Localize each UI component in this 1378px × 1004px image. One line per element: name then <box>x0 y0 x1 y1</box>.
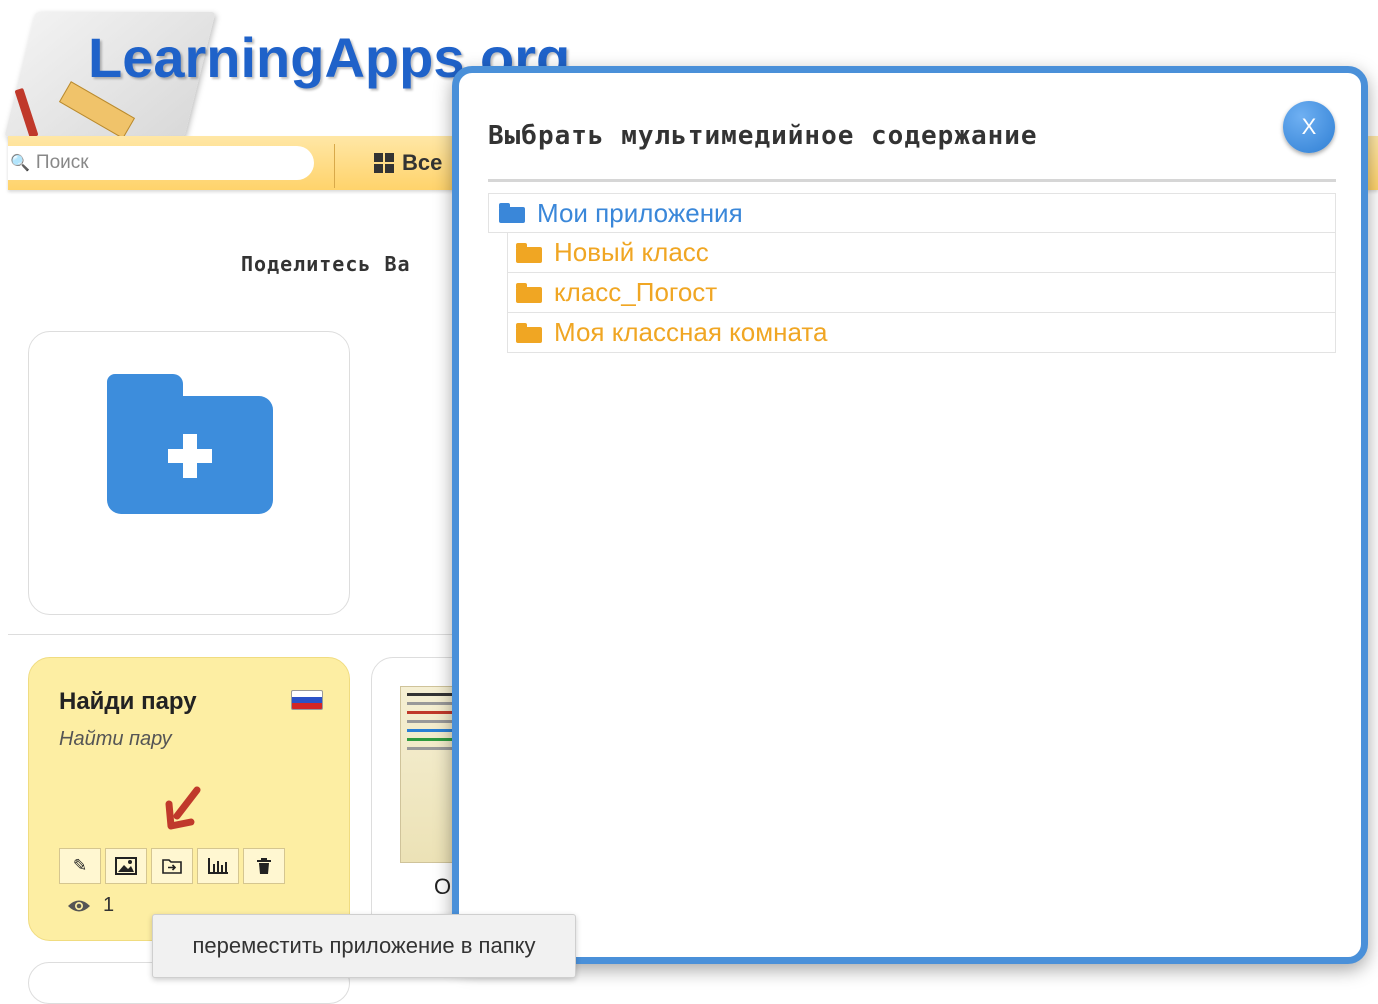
app-toolbar: ✎ <box>59 848 285 884</box>
nav-all-label: Все <box>402 150 443 175</box>
nav-all-apps[interactable]: Все <box>374 150 442 176</box>
tree-item-label: класс_Погост <box>554 277 718 307</box>
folder-icon <box>516 242 542 263</box>
share-heading: Поделитесь Ва <box>241 252 411 276</box>
nav-divider <box>334 144 335 188</box>
app-card[interactable]: Найди пару Найти пару ✎ 1 <box>28 657 350 941</box>
tree-item-my-classroom[interactable]: Моя классная комната <box>507 313 1336 353</box>
move-to-folder-icon <box>162 859 182 874</box>
app-title-2[interactable]: О <box>434 874 451 900</box>
grid-icon <box>374 153 394 173</box>
folder-icon <box>516 282 542 303</box>
views-count: 1 <box>103 894 115 916</box>
app-title[interactable]: Найди пару <box>59 688 197 716</box>
russian-flag-icon <box>291 690 323 710</box>
stats-icon <box>208 858 228 874</box>
search-icon: 🔍 <box>10 155 30 172</box>
folder-icon <box>499 203 525 223</box>
close-button[interactable]: X <box>1283 101 1335 153</box>
dialog-divider <box>488 179 1336 182</box>
pencil-icon: ✎ <box>72 856 88 875</box>
search-input[interactable]: 🔍 Поиск <box>8 146 314 180</box>
tree-item-label: Мои приложения <box>537 197 743 228</box>
edit-button[interactable]: ✎ <box>59 848 101 884</box>
folder-plus-icon <box>107 374 273 514</box>
tree-item-label: Моя классная комната <box>554 317 828 347</box>
move-to-folder-button[interactable] <box>151 848 193 884</box>
tree-item-my-apps[interactable]: Мои приложения <box>488 193 1336 233</box>
red-arrow-icon <box>165 786 201 830</box>
tree-item-label: Новый класс <box>554 237 709 267</box>
folder-tree: Мои приложения Новый класс класс_Погост … <box>488 193 1336 353</box>
image-icon <box>115 857 137 875</box>
tree-item-class-pogost[interactable]: класс_Погост <box>507 273 1336 313</box>
tree-item-new-class[interactable]: Новый класс <box>507 233 1336 273</box>
eye-icon <box>68 900 90 911</box>
delete-button[interactable] <box>243 848 285 884</box>
views-counter: 1 <box>67 894 114 917</box>
image-button[interactable] <box>105 848 147 884</box>
new-folder-card[interactable] <box>28 331 350 615</box>
section-divider <box>8 634 468 635</box>
app-subtitle: Найти пару <box>59 728 172 750</box>
trash-icon <box>257 858 271 874</box>
select-media-dialog: Выбрать мультимедийное содержание X Мои … <box>452 66 1368 964</box>
folder-icon <box>516 322 542 343</box>
stats-button[interactable] <box>197 848 239 884</box>
search-placeholder: Поиск <box>35 152 89 173</box>
dialog-title: Выбрать мультимедийное содержание <box>488 121 1038 151</box>
move-to-folder-tooltip: переместить приложение в папку <box>152 914 576 978</box>
